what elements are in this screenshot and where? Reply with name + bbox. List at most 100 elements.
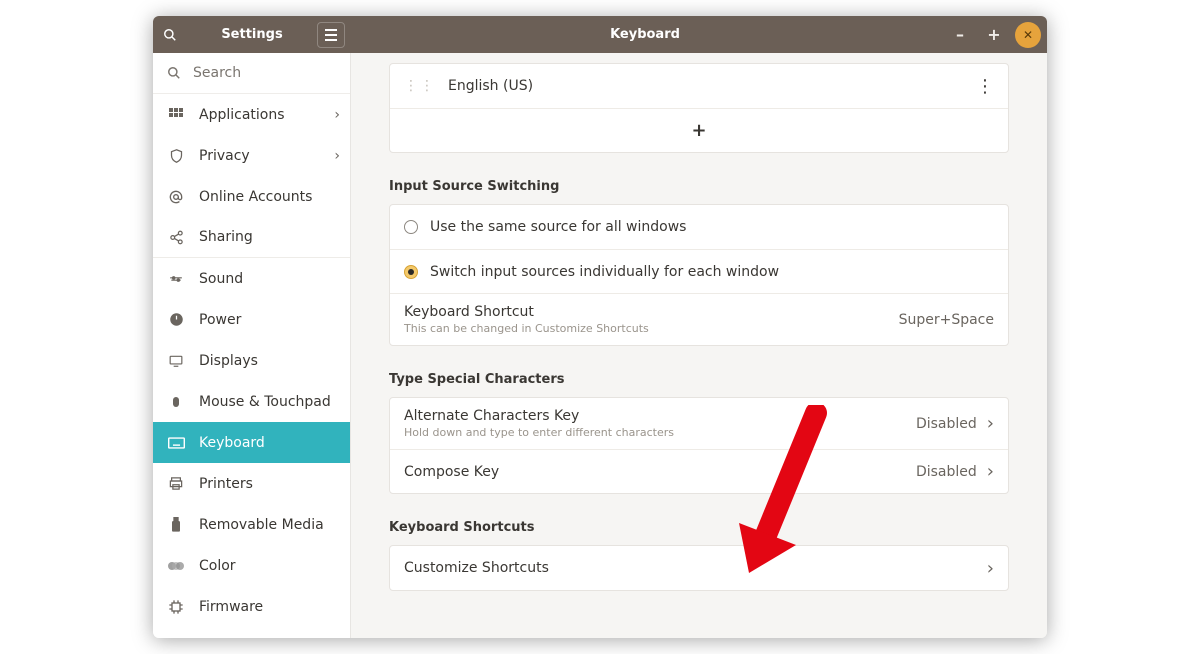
sidebar-item-label: Printers [199,476,253,492]
chevron-right-icon [987,413,994,434]
input-switching-group: Input Source Switching Use the same sour… [389,179,1009,346]
sidebar-item-online-accounts[interactable]: Online Accounts [153,176,350,217]
printer-icon [167,475,185,493]
input-source-label: English (US) [448,78,533,94]
hamburger-button[interactable] [317,22,345,48]
share-icon [167,228,185,246]
search-input[interactable]: Search [153,53,350,94]
mouse-icon [167,393,185,411]
sidebar-item-label: Sharing [199,229,253,245]
sidebar-item-label: Keyboard [199,435,265,451]
titlebar: Settings Keyboard – + ✕ [153,16,1047,53]
kebab-button[interactable]: ⋮ [976,76,994,97]
radio-same-source[interactable]: Use the same source for all windows [390,205,1008,249]
group-title: Type Special Characters [389,372,1009,387]
alt-sub: Hold down and type to enter different ch… [404,426,674,439]
keyboard-shortcuts-group: Keyboard Shortcuts Customize Shortcuts [389,520,1009,591]
sidebar-item-label: Removable Media [199,517,324,533]
keyboard-icon [167,434,185,452]
sidebar-item-power[interactable]: Power [153,299,350,340]
compose-value: Disabled [916,464,977,480]
shortcut-sub: This can be changed in Customize Shortcu… [404,322,649,335]
sidebar-item-label: Mouse & Touchpad [199,394,331,410]
alternate-chars-row[interactable]: Alternate Characters Key Hold down and t… [390,398,1008,449]
content-split: Search Applications › Privacy › [153,53,1047,638]
search-icon [167,66,181,80]
input-sources-card: ⋮⋮ English (US) ⋮ + [389,63,1009,153]
minimize-icon: – [956,25,964,44]
special-chars-card: Alternate Characters Key Hold down and t… [389,397,1009,494]
input-source-row[interactable]: ⋮⋮ English (US) ⋮ [390,64,1008,108]
settings-panel[interactable]: ⋮⋮ English (US) ⋮ + Input Source Switchi… [351,53,1047,638]
minimize-button[interactable]: – [947,22,973,48]
keyboard-shortcut-row: Keyboard Shortcut This can be changed in… [390,293,1008,345]
sidebar-item-label: Color [199,558,236,574]
compose-label: Compose Key [404,464,499,480]
drag-handle-icon[interactable]: ⋮⋮ [404,78,436,94]
color-icon [167,557,185,575]
sidebar-item-firmware[interactable]: Firmware [153,586,350,627]
search-label: Search [193,65,241,81]
usb-icon [167,516,185,534]
sidebar-item-color[interactable]: Color [153,545,350,586]
sidebar-item-removable-media[interactable]: Removable Media [153,504,350,545]
alt-value: Disabled [916,416,977,432]
sidebar-item-sharing[interactable]: Sharing [153,217,350,258]
app-title: Settings [187,27,317,42]
sound-icon [167,270,185,288]
power-icon [167,311,185,329]
sidebar-item-label: Applications [199,107,285,123]
chip-icon [167,598,185,616]
window-controls: – + ✕ [939,16,1047,53]
plus-icon: + [691,120,706,141]
search-icon [163,28,177,42]
sidebar-item-mouse-touchpad[interactable]: Mouse & Touchpad [153,381,350,422]
radio-individual-source[interactable]: Switch input sources individually for ea… [390,249,1008,293]
keyboard-shortcuts-card: Customize Shortcuts [389,545,1009,591]
sidebar-item-label: Sound [199,271,243,287]
sidebar-item-label: Firmware [199,599,263,615]
sidebar-item-sound[interactable]: Sound [153,258,350,299]
radio-label: Switch input sources individually for ea… [430,264,779,280]
radio-label: Use the same source for all windows [430,219,686,235]
search-button[interactable] [153,16,187,53]
group-title: Keyboard Shortcuts [389,520,1009,535]
maximize-icon: + [987,25,1000,44]
chevron-right-icon [987,461,994,482]
add-input-source-button[interactable]: + [390,108,1008,152]
page-title: Keyboard [351,16,939,53]
group-title: Input Source Switching [389,179,1009,194]
sidebar-item-applications[interactable]: Applications › [153,94,350,135]
radio-icon [404,265,418,279]
customize-label: Customize Shortcuts [404,560,549,576]
chevron-right-icon [987,558,994,579]
input-switching-card: Use the same source for all windows Swit… [389,204,1009,346]
at-icon [167,188,185,206]
settings-window: Settings Keyboard – + ✕ Search [153,16,1047,638]
hamburger-icon [324,29,338,41]
sidebar: Search Applications › Privacy › [153,53,351,638]
sidebar-item-label: Privacy [199,148,250,164]
sidebar-item-keyboard[interactable]: Keyboard [153,422,350,463]
sidebar-item-displays[interactable]: Displays [153,340,350,381]
shortcut-value: Super+Space [899,312,994,328]
sidebar-item-label: Power [199,312,241,328]
titlebar-left: Settings [153,16,351,53]
compose-key-row[interactable]: Compose Key Disabled [390,449,1008,493]
apps-icon [167,106,185,124]
close-icon: ✕ [1023,28,1033,42]
customize-shortcuts-row[interactable]: Customize Shortcuts [390,546,1008,590]
shield-icon [167,147,185,165]
sidebar-item-label: Online Accounts [199,189,312,205]
close-button[interactable]: ✕ [1015,22,1041,48]
sidebar-item-privacy[interactable]: Privacy › [153,135,350,176]
maximize-button[interactable]: + [981,22,1007,48]
chevron-right-icon: › [334,148,340,164]
radio-icon [404,220,418,234]
sidebar-item-label: Displays [199,353,258,369]
shortcut-label: Keyboard Shortcut [404,304,649,320]
sidebar-item-printers[interactable]: Printers [153,463,350,504]
chevron-right-icon: › [334,107,340,123]
special-chars-group: Type Special Characters Alternate Charac… [389,372,1009,494]
displays-icon [167,352,185,370]
